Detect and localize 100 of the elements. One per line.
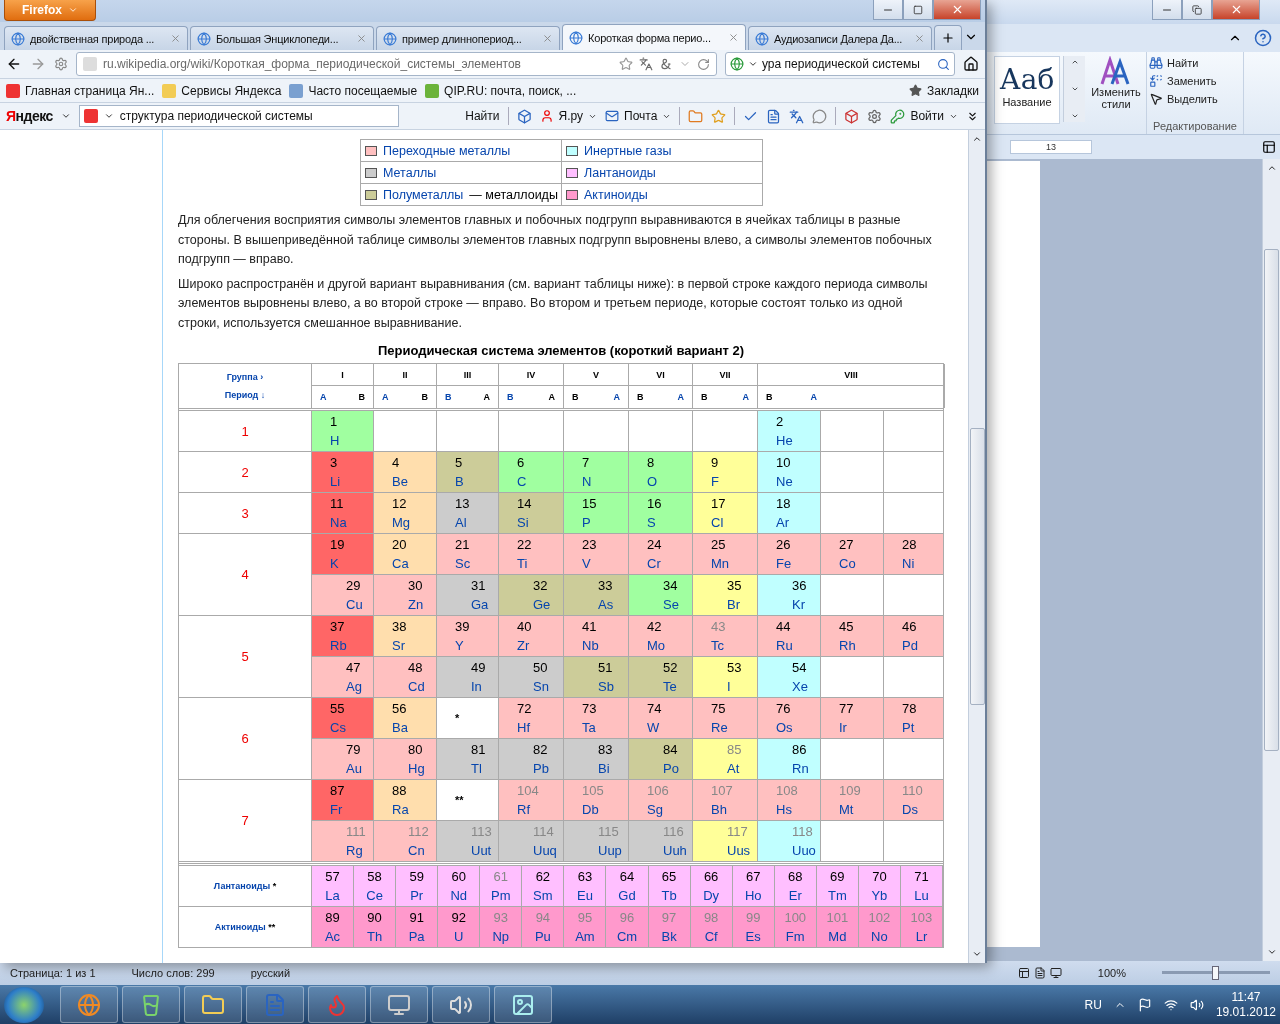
element-symbol-link[interactable]: Si bbox=[517, 513, 563, 532]
element-symbol-link[interactable]: Db bbox=[582, 800, 628, 819]
subgroup-letter[interactable]: A bbox=[382, 392, 389, 402]
element-symbol-link[interactable]: Yb bbox=[871, 886, 888, 905]
element-symbol-link[interactable]: Bi bbox=[598, 759, 628, 778]
element-symbol-link[interactable]: Au bbox=[346, 759, 373, 778]
element-symbol-link[interactable]: Tb bbox=[661, 886, 677, 905]
address-field[interactable]: ru.wikipedia.org/wiki/Короткая_форма_периодической_системы_элементов bbox=[76, 52, 717, 76]
close-button[interactable] bbox=[1212, 0, 1260, 20]
element-symbol-link[interactable]: Uuo bbox=[792, 841, 820, 860]
bookmark-link[interactable]: Сервисы Яндекса bbox=[162, 83, 282, 98]
element-symbol-link[interactable]: N bbox=[582, 472, 628, 491]
search-field[interactable]: ура периодической системы bbox=[725, 52, 955, 76]
element-symbol-link[interactable]: Md bbox=[828, 927, 847, 946]
element-symbol-link[interactable]: Ca bbox=[392, 554, 436, 573]
bookmark-link[interactable]: QIP.RU: почта, поиск, ... bbox=[425, 83, 577, 98]
element-symbol-link[interactable]: Np bbox=[492, 927, 510, 946]
scrollbar[interactable] bbox=[1262, 159, 1280, 961]
element-symbol-link[interactable]: Ta bbox=[582, 718, 628, 737]
scrollbar[interactable] bbox=[968, 130, 985, 963]
legend-link[interactable]: Лантаноиды bbox=[584, 165, 656, 180]
element-symbol-link[interactable]: Hg bbox=[408, 759, 436, 778]
element-symbol-link[interactable]: Cu bbox=[346, 595, 373, 614]
element-symbol-link[interactable]: Fr bbox=[330, 800, 373, 819]
element-symbol-link[interactable]: U bbox=[454, 927, 464, 946]
element-symbol-link[interactable]: Sc bbox=[455, 554, 498, 573]
element-symbol-link[interactable]: Mn bbox=[711, 554, 757, 573]
element-symbol-link[interactable]: Ru bbox=[776, 636, 820, 655]
element-symbol-link[interactable]: V bbox=[582, 554, 628, 573]
element-symbol-link[interactable]: Ac bbox=[324, 927, 341, 946]
element-symbol-link[interactable]: Rg bbox=[346, 841, 373, 860]
element-symbol-link[interactable]: Re bbox=[711, 718, 757, 737]
element-symbol-link[interactable]: Es bbox=[745, 927, 761, 946]
element-symbol-link[interactable]: Er bbox=[788, 886, 802, 905]
element-symbol-link[interactable]: Nb bbox=[582, 636, 628, 655]
ribbon-command[interactable]: Заменить bbox=[1149, 74, 1218, 88]
element-symbol-link[interactable]: Zr bbox=[517, 636, 563, 655]
element-symbol-link[interactable]: Se bbox=[663, 595, 692, 614]
element-symbol-link[interactable]: H bbox=[330, 431, 373, 450]
element-symbol-link[interactable]: Pd bbox=[902, 636, 943, 655]
toolbar-menu[interactable]: Почта bbox=[605, 109, 672, 123]
element-symbol-link[interactable]: Mt bbox=[839, 800, 883, 819]
legend-link[interactable]: Инертные газы bbox=[584, 143, 672, 158]
browser-tab[interactable]: двойственная природа ... bbox=[4, 26, 188, 50]
style-gallery-item[interactable]: Ааб Название bbox=[994, 56, 1060, 124]
find-button[interactable]: Найти bbox=[465, 109, 500, 123]
element-symbol-link[interactable]: O bbox=[647, 472, 692, 491]
taskbar-app[interactable] bbox=[246, 986, 304, 1023]
element-symbol-link[interactable]: Lu bbox=[914, 886, 929, 905]
bookmark-link[interactable]: Главная страница Ян... bbox=[6, 83, 155, 98]
legend-link[interactable]: Актиноиды bbox=[584, 187, 648, 202]
element-symbol-link[interactable]: Pm bbox=[491, 886, 511, 905]
minimize-button[interactable] bbox=[873, 0, 903, 20]
element-symbol-link[interactable]: Xe bbox=[792, 677, 820, 696]
element-symbol-link[interactable]: Cn bbox=[408, 841, 436, 860]
ribbon-command[interactable]: Найти bbox=[1149, 56, 1218, 70]
element-symbol-link[interactable]: Pb bbox=[533, 759, 563, 778]
subgroup-letter[interactable]: A bbox=[320, 392, 327, 402]
legend-link[interactable]: Переходные металлы bbox=[383, 143, 511, 158]
element-symbol-link[interactable]: Sg bbox=[647, 800, 692, 819]
element-symbol-link[interactable]: Ti bbox=[517, 554, 563, 573]
element-symbol-link[interactable]: Dy bbox=[703, 886, 720, 905]
taskbar-app[interactable] bbox=[184, 986, 242, 1023]
element-symbol-link[interactable]: Tl bbox=[471, 759, 498, 778]
restore-button[interactable] bbox=[1182, 0, 1212, 20]
element-symbol-link[interactable]: Na bbox=[330, 513, 373, 532]
element-symbol-link[interactable]: Am bbox=[575, 927, 595, 946]
bookmark-link[interactable]: Часто посещаемые bbox=[289, 83, 418, 98]
element-symbol-link[interactable]: Zn bbox=[408, 595, 436, 614]
element-symbol-link[interactable]: Tc bbox=[711, 636, 757, 655]
element-symbol-link[interactable]: Rh bbox=[839, 636, 883, 655]
taskbar-app[interactable] bbox=[60, 986, 118, 1023]
login-button[interactable]: Войти bbox=[890, 108, 958, 124]
subgroup-letter[interactable]: A bbox=[677, 392, 684, 402]
element-symbol-link[interactable]: Uuh bbox=[663, 841, 692, 860]
element-symbol-link[interactable]: Pu bbox=[534, 927, 551, 946]
element-symbol-link[interactable]: C bbox=[517, 472, 563, 491]
element-symbol-link[interactable]: Ir bbox=[839, 718, 883, 737]
element-symbol-link[interactable]: Ne bbox=[776, 472, 820, 491]
element-symbol-link[interactable]: Ag bbox=[346, 677, 373, 696]
element-symbol-link[interactable]: Eu bbox=[576, 886, 593, 905]
element-symbol-link[interactable]: Hs bbox=[776, 800, 820, 819]
element-symbol-link[interactable]: S bbox=[647, 513, 692, 532]
new-tab-button[interactable] bbox=[934, 25, 962, 50]
subgroup-letter[interactable]: B bbox=[507, 392, 514, 402]
element-symbol-link[interactable]: Rb bbox=[330, 636, 373, 655]
close-button[interactable] bbox=[933, 0, 981, 20]
element-symbol-link[interactable]: K bbox=[330, 554, 373, 573]
element-symbol-link[interactable]: Pr bbox=[410, 886, 424, 905]
element-symbol-link[interactable]: F bbox=[711, 472, 757, 491]
element-symbol-link[interactable]: Po bbox=[663, 759, 692, 778]
browser-tab[interactable]: Аудиозаписи Далера Да... bbox=[748, 26, 932, 50]
element-symbol-link[interactable]: Uup bbox=[598, 841, 628, 860]
element-symbol-link[interactable]: Uuq bbox=[533, 841, 563, 860]
language-indicator[interactable]: RU bbox=[1084, 997, 1102, 1012]
element-symbol-link[interactable]: Mo bbox=[647, 636, 692, 655]
element-symbol-link[interactable]: Co bbox=[839, 554, 883, 573]
element-symbol-link[interactable]: Sr bbox=[392, 636, 436, 655]
element-symbol-link[interactable]: Bk bbox=[661, 927, 677, 946]
element-symbol-link[interactable]: Cr bbox=[647, 554, 692, 573]
